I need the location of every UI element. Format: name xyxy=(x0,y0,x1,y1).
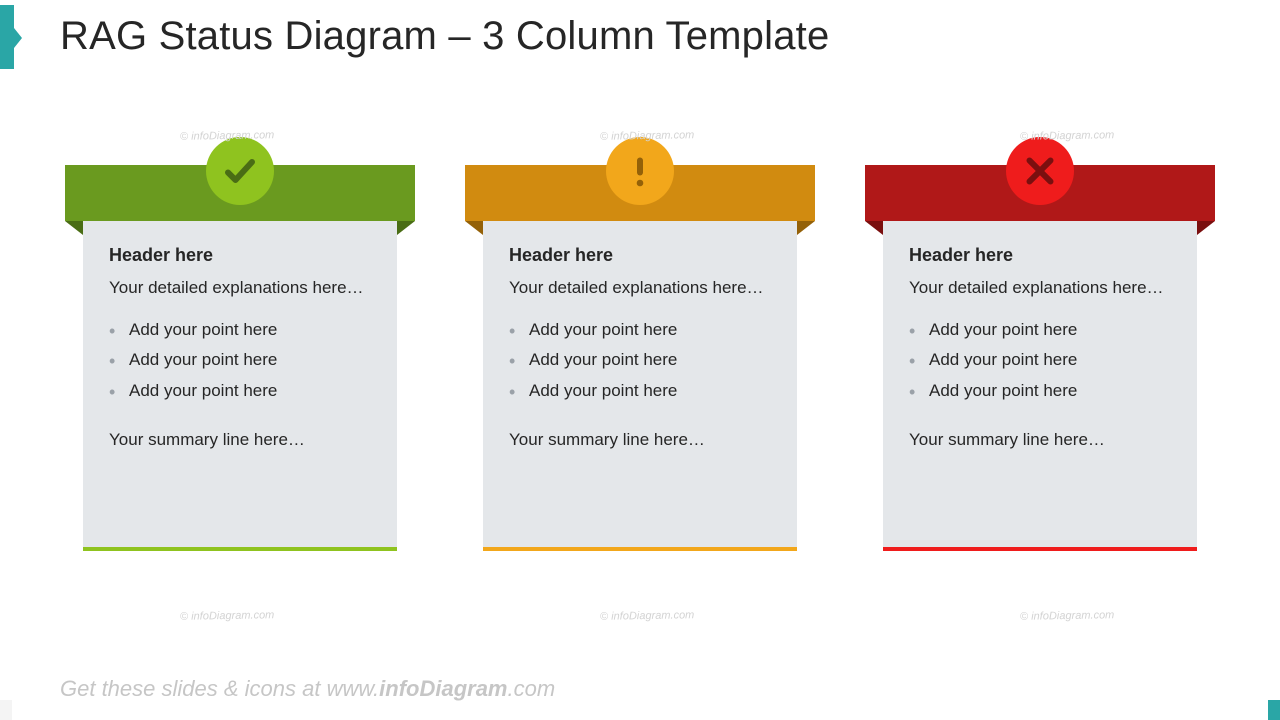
card-summary: Your summary line here… xyxy=(909,430,1171,450)
list-item: Add your point here xyxy=(909,315,1171,346)
status-card: Header here Your detailed explanations he… xyxy=(83,221,397,551)
watermark: © infoDiagram.com xyxy=(1020,609,1115,623)
status-banner xyxy=(465,165,815,221)
slide-title: RAG Status Diagram – 3 Column Template xyxy=(60,14,829,59)
card-header: Header here xyxy=(509,245,771,266)
card-summary: Your summary line here… xyxy=(109,430,371,450)
card-bullets: Add your point hereAdd your point hereAd… xyxy=(909,315,1171,407)
status-banner xyxy=(865,165,1215,221)
slide-accent-point xyxy=(14,28,22,48)
footer-caption: Get these slides & icons at www.infoDiag… xyxy=(60,676,555,702)
list-item: Add your point here xyxy=(909,345,1171,376)
watermark: © infoDiagram.com xyxy=(180,609,275,623)
card-bullets: Add your point hereAdd your point hereAd… xyxy=(109,315,371,407)
status-card: Header here Your detailed explanations he… xyxy=(883,221,1197,551)
rag-column-red: Header here Your detailed explanations he… xyxy=(865,165,1215,549)
card-description: Your detailed explanations here… xyxy=(909,276,1171,301)
list-item: Add your point here xyxy=(909,376,1171,407)
list-item: Add your point here xyxy=(109,345,371,376)
watermark: © infoDiagram.com xyxy=(600,609,695,623)
rag-column-green: Header here Your detailed explanations he… xyxy=(65,165,415,549)
rag-columns: Header here Your detailed explanations he… xyxy=(65,165,1215,549)
list-item: Add your point here xyxy=(509,315,771,346)
footer-bar xyxy=(0,700,1280,720)
list-item: Add your point here xyxy=(509,376,771,407)
status-card: Header here Your detailed explanations he… xyxy=(483,221,797,551)
footer-domain-bold: infoDiagram xyxy=(379,676,507,701)
list-item: Add your point here xyxy=(109,315,371,346)
card-summary: Your summary line here… xyxy=(509,430,771,450)
card-bullets: Add your point hereAdd your point hereAd… xyxy=(509,315,771,407)
status-badge xyxy=(606,137,674,205)
check-icon xyxy=(222,153,258,189)
card-description: Your detailed explanations here… xyxy=(109,276,371,301)
rag-column-amber: Header here Your detailed explanations he… xyxy=(465,165,815,549)
list-item: Add your point here xyxy=(509,345,771,376)
exclamation-icon xyxy=(622,153,658,189)
list-item: Add your point here xyxy=(109,376,371,407)
footer-domain-suffix: .com xyxy=(508,676,556,701)
card-description: Your detailed explanations here… xyxy=(509,276,771,301)
footer-domain-prefix: www. xyxy=(327,676,380,701)
cross-icon xyxy=(1022,153,1058,189)
status-banner xyxy=(65,165,415,221)
slide-accent-bar xyxy=(0,5,14,69)
status-badge xyxy=(206,137,274,205)
status-badge xyxy=(1006,137,1074,205)
card-header: Header here xyxy=(109,245,371,266)
footer-prefix: Get these slides & icons at xyxy=(60,676,327,701)
card-header: Header here xyxy=(909,245,1171,266)
